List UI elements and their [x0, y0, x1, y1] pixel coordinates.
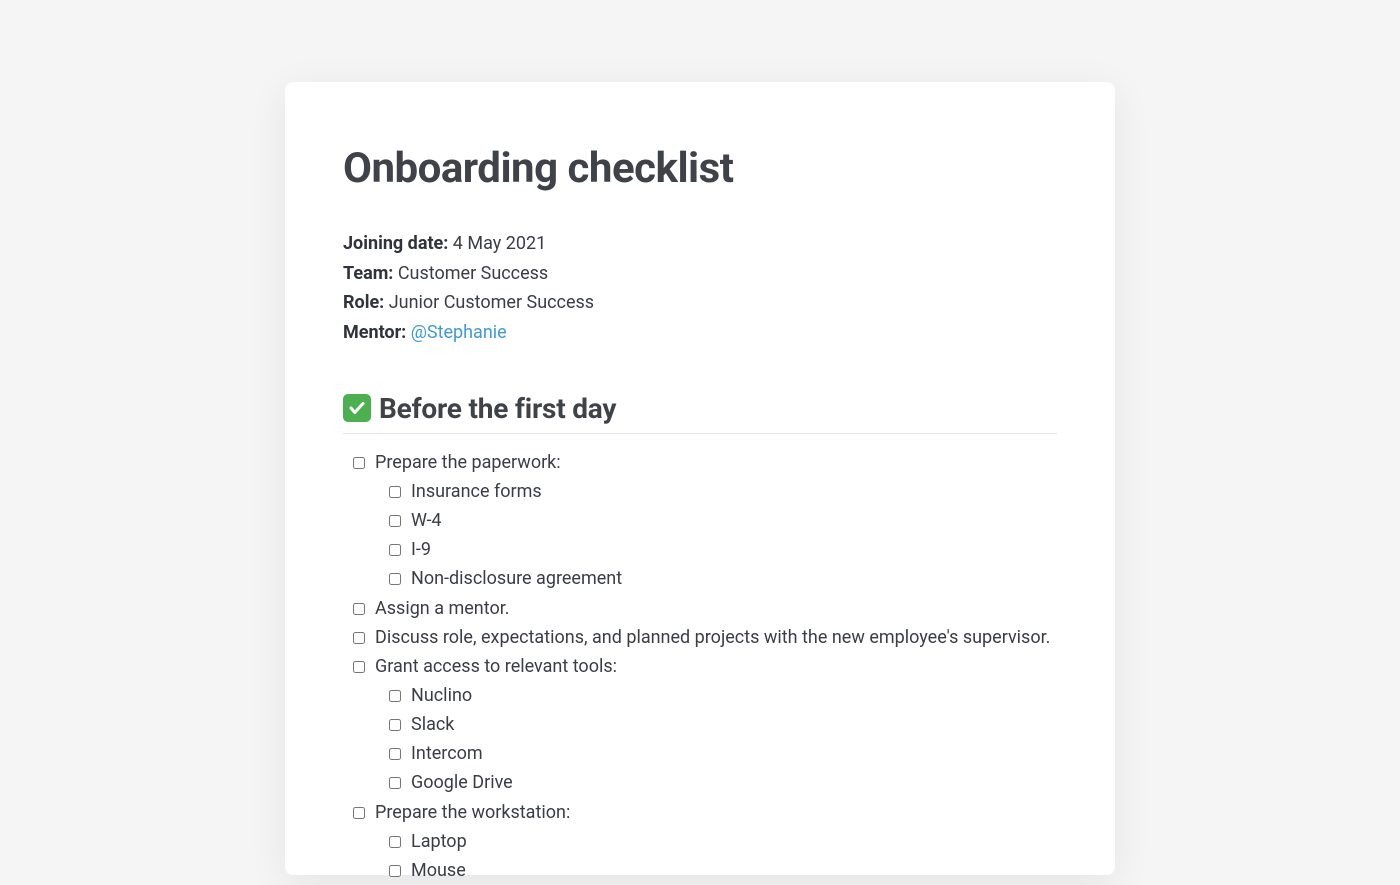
item-text: Prepare the paperwork: [375, 448, 1057, 477]
item-text: W-4 [411, 506, 1057, 535]
checklist-item-intercom: Intercom [353, 739, 1057, 768]
checklist-item-gdrive: Google Drive [353, 768, 1057, 797]
item-text: Laptop [411, 827, 1057, 856]
checklist-item-insurance: Insurance forms [353, 477, 1057, 506]
checkbox-slack[interactable] [389, 719, 401, 731]
checklist-item-nuclino: Nuclino [353, 681, 1057, 710]
item-text: Assign a mentor. [375, 594, 1057, 623]
meta-role: Role: Junior Customer Success [343, 288, 1057, 318]
item-text: Intercom [411, 739, 1057, 768]
checklist-item-nda: Non-disclosure agreement [353, 564, 1057, 593]
checkbox-intercom[interactable] [389, 748, 401, 760]
checkbox-gdrive[interactable] [389, 777, 401, 789]
checklist: Prepare the paperwork: Insurance forms W… [343, 448, 1057, 885]
meta-block: Joining date: 4 May 2021 Team: Customer … [343, 229, 1057, 348]
checklist-item-i9: I-9 [353, 535, 1057, 564]
checklist-item-w4: W-4 [353, 506, 1057, 535]
meta-mentor: Mentor: @Stephanie [343, 318, 1057, 348]
checklist-item-workstation: Prepare the workstation: [353, 798, 1057, 827]
document-card: Onboarding checklist Joining date: 4 May… [285, 82, 1115, 875]
item-text: Nuclino [411, 681, 1057, 710]
checklist-item-paperwork: Prepare the paperwork: [353, 448, 1057, 477]
checklist-item-slack: Slack [353, 710, 1057, 739]
checkbox-workstation[interactable] [353, 807, 365, 819]
joining-date-label: Joining date: [343, 233, 448, 254]
mentor-label: Mentor: [343, 322, 406, 343]
role-label: Role: [343, 292, 384, 313]
item-text: Google Drive [411, 768, 1057, 797]
checkbox-mentor[interactable] [353, 603, 365, 615]
meta-joining-date: Joining date: 4 May 2021 [343, 229, 1057, 259]
checkbox-mouse[interactable] [389, 865, 401, 877]
checkbox-w4[interactable] [389, 515, 401, 527]
checkmark-icon [343, 394, 371, 422]
item-text: Mouse [411, 856, 1057, 885]
page-title: Onboarding checklist [343, 144, 1057, 193]
checkbox-nda[interactable] [389, 573, 401, 585]
checklist-item-mentor: Assign a mentor. [353, 594, 1057, 623]
checklist-item-laptop: Laptop [353, 827, 1057, 856]
checkbox-discuss[interactable] [353, 632, 365, 644]
item-text: Insurance forms [411, 477, 1057, 506]
checklist-item-tools: Grant access to relevant tools: [353, 652, 1057, 681]
role-value: Junior Customer Success [389, 292, 594, 313]
item-text: I-9 [411, 535, 1057, 564]
team-label: Team: [343, 263, 393, 284]
checkbox-paperwork[interactable] [353, 457, 365, 469]
checklist-item-mouse: Mouse [353, 856, 1057, 885]
mentor-mention[interactable]: @Stephanie [411, 322, 507, 343]
checkbox-i9[interactable] [389, 544, 401, 556]
checkbox-laptop[interactable] [389, 836, 401, 848]
checkbox-insurance[interactable] [389, 486, 401, 498]
checklist-item-discuss: Discuss role, expectations, and planned … [353, 623, 1057, 652]
checkbox-nuclino[interactable] [389, 690, 401, 702]
item-text: Non-disclosure agreement [411, 564, 1057, 593]
item-text: Prepare the workstation: [375, 798, 1057, 827]
section-heading-text: Before the first day [379, 392, 616, 425]
meta-team: Team: Customer Success [343, 259, 1057, 289]
item-text: Discuss role, expectations, and planned … [375, 623, 1057, 652]
team-value: Customer Success [398, 263, 548, 284]
item-text: Slack [411, 710, 1057, 739]
item-text: Grant access to relevant tools: [375, 652, 1057, 681]
section-heading: Before the first day [343, 392, 1057, 434]
checkbox-tools[interactable] [353, 661, 365, 673]
joining-date-value: 4 May 2021 [453, 233, 546, 254]
